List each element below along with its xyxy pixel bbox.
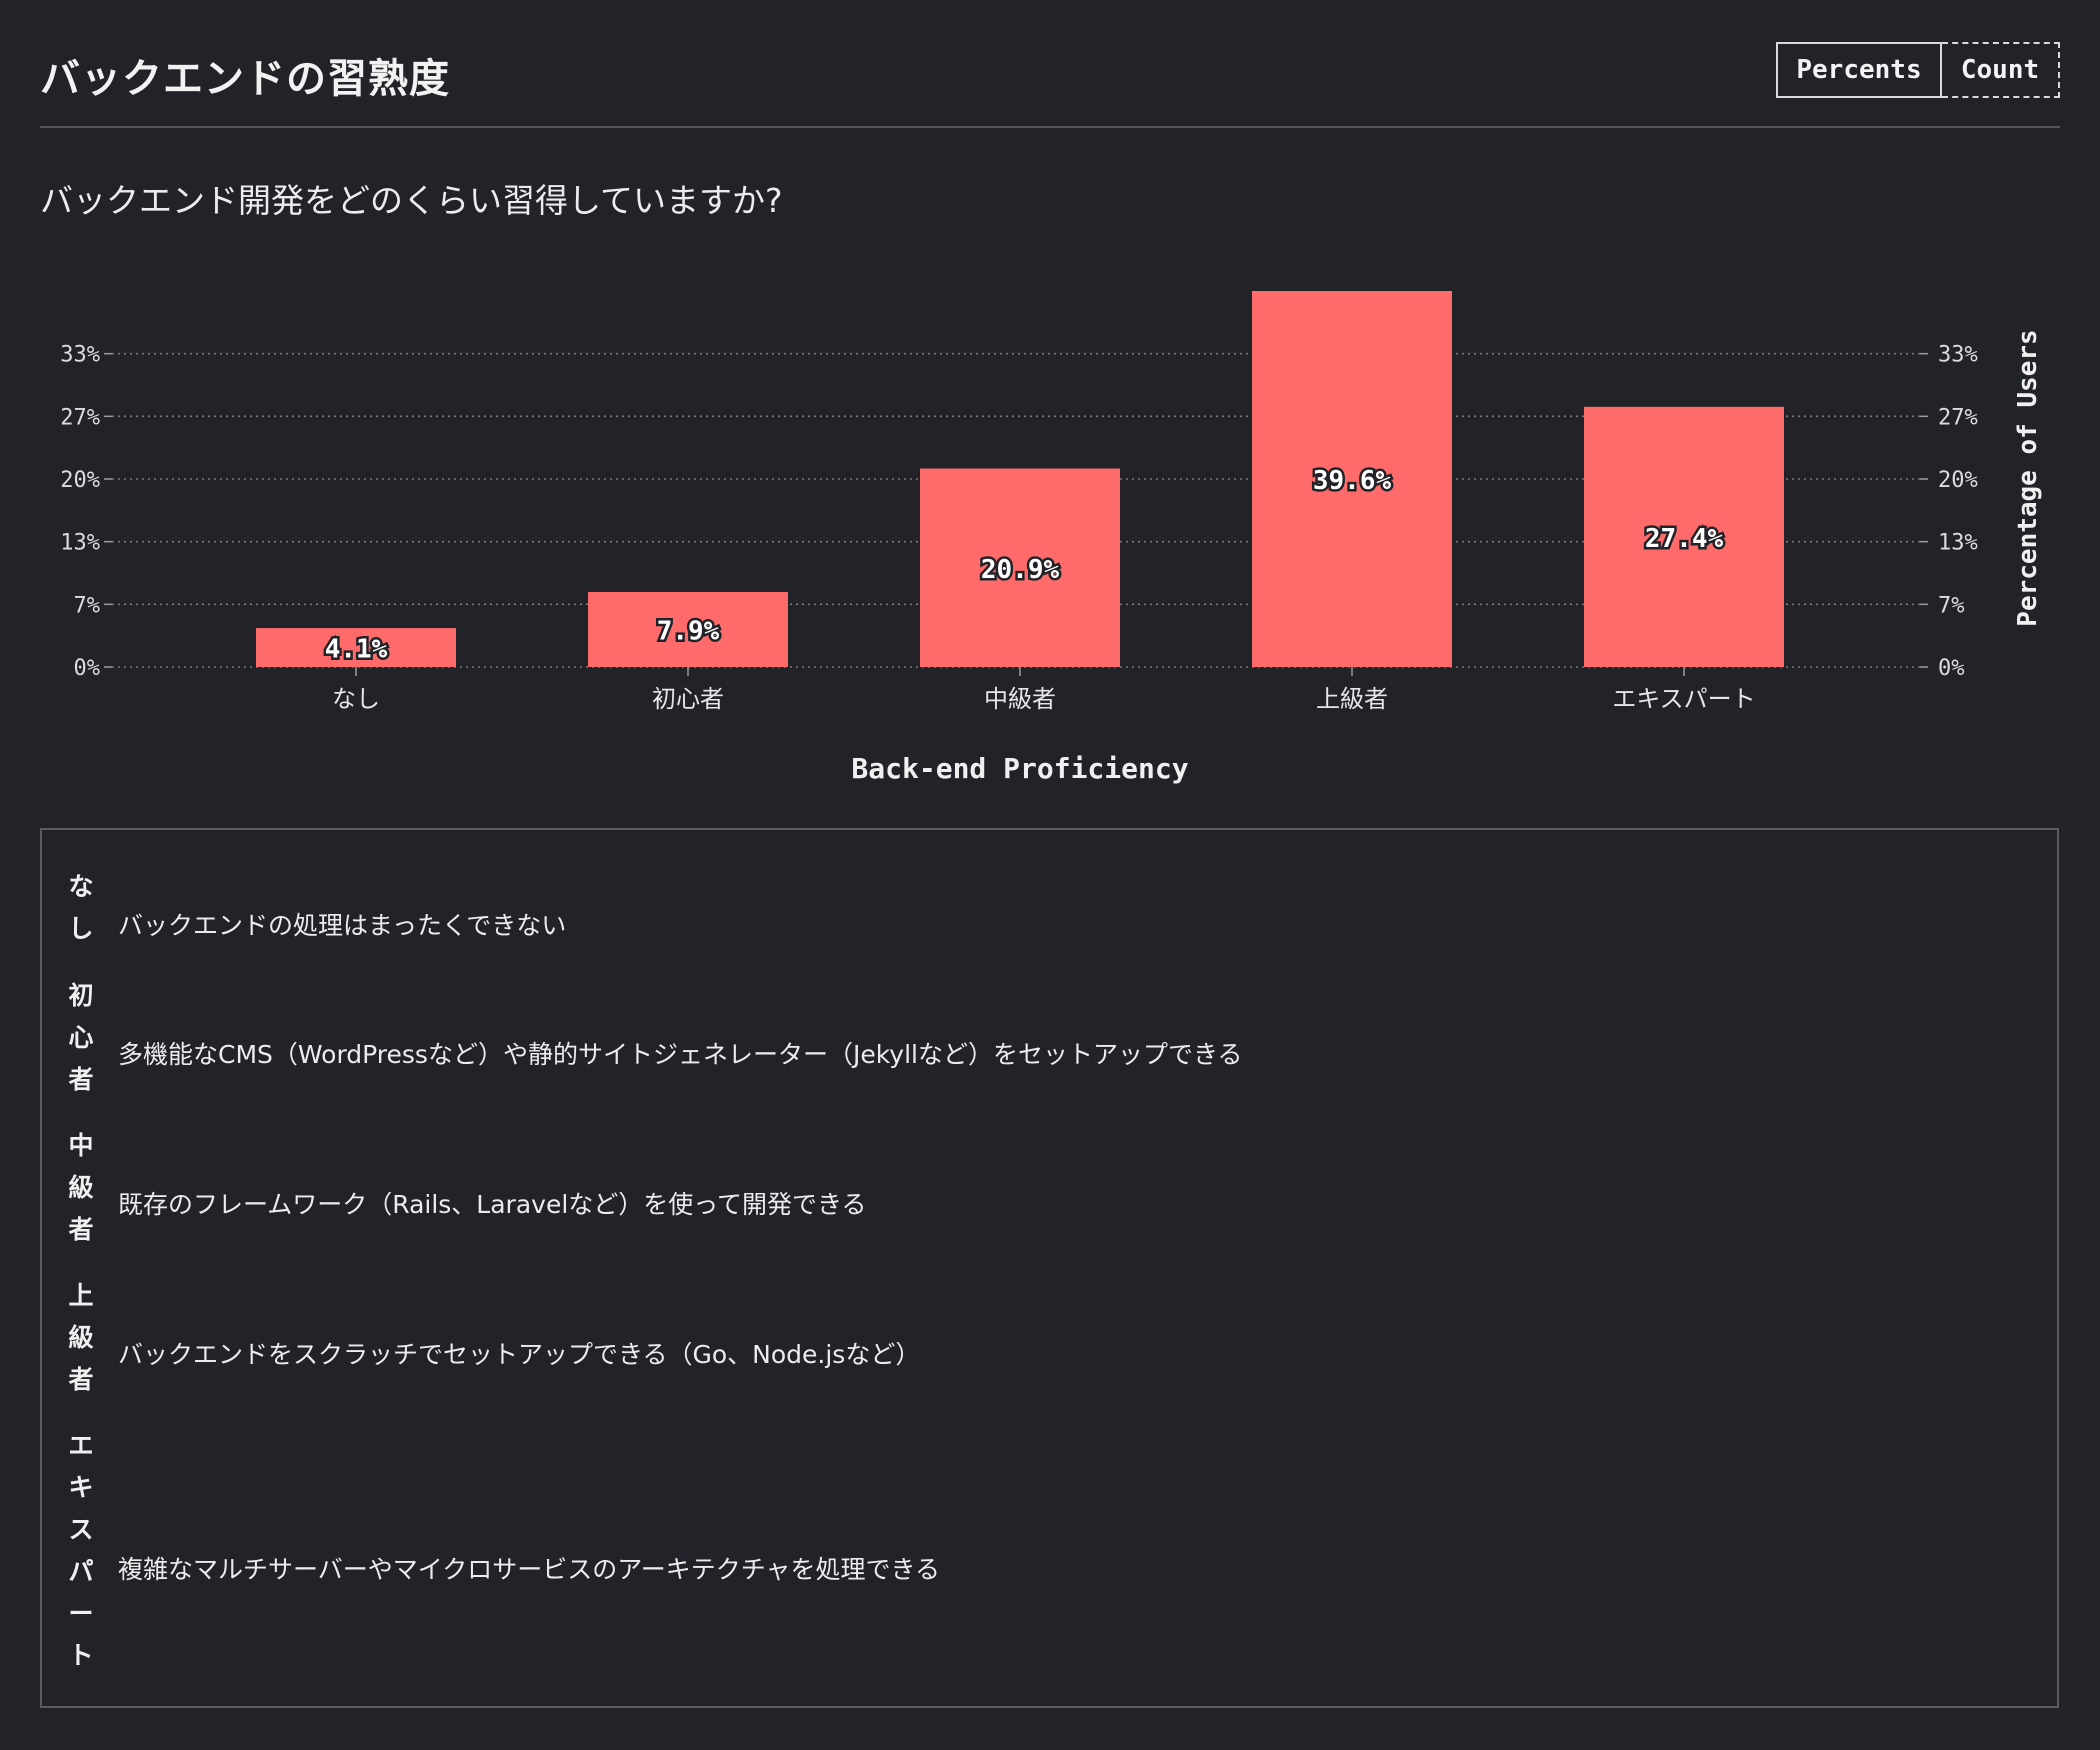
legend-box: なし バックエンドの処理はまったくできない 初心者 多機能なCMS（WordPr… bbox=[40, 828, 2059, 1708]
legend-description: 複雑なマルチサーバーやマイクロサービスのアーキテクチャを処理できる bbox=[118, 1555, 941, 1584]
y-tick-label-right: 33% bbox=[1938, 343, 1978, 368]
count-button[interactable]: Count bbox=[1942, 42, 2060, 98]
bar-value-label: 7.9% bbox=[657, 616, 720, 646]
bar-value-label: 20.9% bbox=[981, 555, 1060, 585]
legend-term: 中級者 bbox=[68, 1131, 94, 1244]
legend-description: バックエンドをスクラッチでセットアップできる（Go、Node.jsなど） bbox=[118, 1340, 921, 1369]
y-tick-label-left: 13% bbox=[60, 531, 100, 556]
bar-value-label: 4.1% bbox=[325, 635, 388, 665]
legend-term: エキスパート bbox=[68, 1431, 94, 1670]
x-tick-label: なし bbox=[332, 685, 380, 713]
y-tick-label-left: 20% bbox=[60, 468, 100, 493]
y-tick-label-left: 7% bbox=[74, 593, 101, 618]
x-tick-label: エキスパート bbox=[1612, 685, 1755, 713]
legend-term: 上級者 bbox=[68, 1281, 94, 1394]
y-tick-label-right: 27% bbox=[1938, 405, 1978, 430]
header: バックエンドの習熟度 Percents Count bbox=[40, 40, 2060, 128]
x-tick-label: 初心者 bbox=[652, 685, 724, 713]
percents-button[interactable]: Percents bbox=[1776, 42, 1942, 98]
legend-description: バックエンドの処理はまったくできない bbox=[118, 911, 567, 940]
y-tick-label-right: 0% bbox=[1938, 656, 1965, 681]
page-title: バックエンドの習熟度 bbox=[40, 56, 450, 102]
y-axis-label: Percentage of Users bbox=[2013, 329, 2043, 626]
bar-value-label: 27.4% bbox=[1645, 524, 1724, 554]
y-tick-label-left: 0% bbox=[74, 656, 101, 681]
x-tick-label: 上級者 bbox=[1316, 685, 1388, 713]
legend-description: 多機能なCMS（WordPressなど）や静的サイトジェネレーター（Jekyll… bbox=[118, 1040, 1243, 1069]
y-tick-label-right: 13% bbox=[1938, 531, 1978, 556]
y-tick-label-left: 27% bbox=[60, 405, 100, 430]
bar-chart: 0% 0% 7% 7% 13% 13% 20% 20% 27% 27% 33% 33% 4.1% なし 7.… bbox=[60, 291, 2043, 785]
x-axis-label: Back-end Proficiency bbox=[851, 752, 1188, 785]
legend-term: 初心者 bbox=[68, 981, 94, 1094]
y-tick-label-left: 33% bbox=[60, 343, 100, 368]
x-tick-label: 中級者 bbox=[984, 685, 1056, 713]
y-tick-label-right: 7% bbox=[1938, 593, 1965, 618]
legend-term: なし bbox=[68, 872, 94, 943]
y-tick-label-right: 20% bbox=[1938, 468, 1978, 493]
legend-description: 既存のフレームワーク（Rails、Laravelなど）を使って開発できる bbox=[118, 1190, 867, 1219]
unit-toggle: Percents Count bbox=[1776, 42, 2060, 100]
chart-question: バックエンド開発をどのくらい習得していますか? bbox=[40, 181, 783, 220]
bar-value-label: 39.6% bbox=[1313, 466, 1392, 496]
